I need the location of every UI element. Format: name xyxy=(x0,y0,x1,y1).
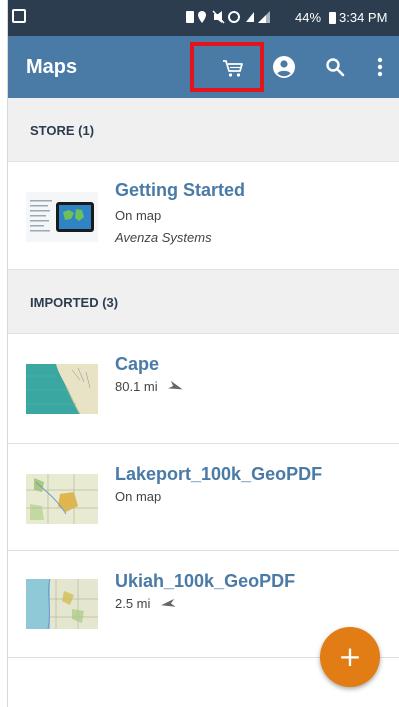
cart-icon xyxy=(223,60,243,77)
section-header-imported: IMPORTED (3) xyxy=(8,270,399,334)
distance-value: 2.5 mi xyxy=(115,596,151,611)
direction-arrow-icon xyxy=(161,598,176,607)
map-item-lakeport[interactable]: Lakeport_100k_GeoPDF On map xyxy=(8,444,399,551)
cart-button[interactable] xyxy=(219,55,247,83)
map-publisher: Avenza Systems xyxy=(115,230,212,245)
clock: 3:34 PM xyxy=(339,10,388,25)
plus-icon: + xyxy=(338,640,362,673)
map-status: On map xyxy=(115,208,162,223)
more-vert-icon xyxy=(377,57,383,77)
app-screen: 44% 3:34 PM Maps STORE (1) Getting Start… xyxy=(8,0,399,707)
section-title: STORE (1) xyxy=(30,123,95,138)
status-bar: 44% 3:34 PM xyxy=(8,0,399,36)
account-icon xyxy=(273,56,295,78)
section-header-store: STORE (1) xyxy=(8,98,399,162)
wifi-icon xyxy=(12,9,26,23)
app-bar: Maps xyxy=(8,36,399,98)
notification-icons xyxy=(186,10,270,24)
account-button[interactable] xyxy=(270,53,298,81)
distance-value: 80.1 mi xyxy=(115,379,158,394)
map-item-getting-started[interactable]: Getting Started On map Avenza Systems xyxy=(8,162,399,270)
battery-icon xyxy=(329,12,336,24)
direction-arrow-icon xyxy=(167,381,183,390)
map-title: Ukiah_100k_GeoPDF xyxy=(115,571,296,591)
battery-level: 44% xyxy=(295,10,322,25)
map-item-cape[interactable]: Cape 80.1 mi xyxy=(8,334,399,444)
map-thumbnail xyxy=(26,579,98,629)
section-title: IMPORTED (3) xyxy=(30,295,119,310)
map-title: Getting Started xyxy=(115,180,246,200)
map-distance: 80.1 mi xyxy=(115,379,184,394)
map-title: Cape xyxy=(115,354,160,374)
search-button[interactable] xyxy=(321,53,349,81)
status-icons xyxy=(186,10,286,27)
add-map-button[interactable]: + xyxy=(320,627,380,687)
screen-edge xyxy=(0,0,8,707)
more-options-button[interactable] xyxy=(366,53,394,81)
map-title: Lakeport_100k_GeoPDF xyxy=(115,464,323,484)
map-thumbnail xyxy=(26,364,98,414)
search-icon xyxy=(326,58,345,77)
map-thumbnail xyxy=(26,192,98,242)
map-status: On map xyxy=(115,489,162,504)
page-title: Maps xyxy=(26,56,78,78)
map-thumbnail xyxy=(26,474,98,524)
map-distance: 2.5 mi xyxy=(115,596,176,611)
